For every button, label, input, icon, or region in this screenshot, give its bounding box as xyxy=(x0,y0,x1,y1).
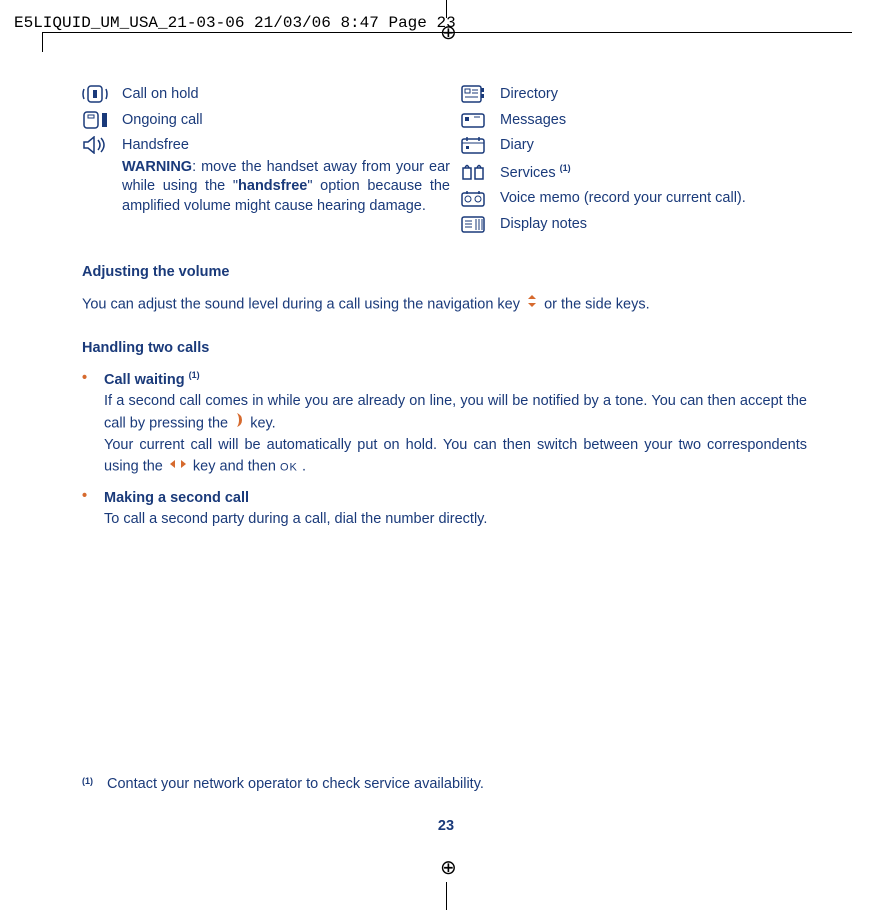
adjusting-volume-body: You can adjust the sound level during a … xyxy=(82,294,807,315)
messages-label: Messages xyxy=(500,111,805,131)
messages-icon xyxy=(460,111,500,129)
footnote: (1) Contact your network operator to che… xyxy=(82,776,802,792)
registration-mark-icon: ⊕ xyxy=(440,855,457,880)
nav-leftright-icon xyxy=(169,456,187,477)
ok-key-icon: OK xyxy=(280,462,298,474)
prepress-header: E5LIQUID_UM_USA_21-03-06 21/03/06 8:47 P… xyxy=(14,14,456,32)
registration-mark-icon: ⊕ xyxy=(440,20,457,45)
ongoing-call-icon xyxy=(82,111,122,129)
bullet-icon: • xyxy=(82,370,104,478)
call-waiting-item: Call waiting (1) If a second call comes … xyxy=(104,370,807,478)
nav-updown-icon xyxy=(526,294,538,315)
services-icon xyxy=(460,162,500,180)
call-on-hold-label: Call on hold xyxy=(122,85,450,105)
call-on-hold-icon xyxy=(82,85,122,103)
directory-icon xyxy=(460,85,500,103)
display-notes-icon xyxy=(460,215,500,233)
handsfree-label: Handsfree xyxy=(122,137,189,153)
adjusting-volume-heading: Adjusting the volume xyxy=(82,264,807,280)
crop-line xyxy=(42,32,44,52)
page-number: 23 xyxy=(0,818,892,834)
handsfree-icon xyxy=(82,136,122,154)
directory-label: Directory xyxy=(500,85,805,105)
handling-two-calls-heading: Handling two calls xyxy=(82,340,807,356)
handsfree-warning: WARNING: move the handset away from your… xyxy=(122,158,450,217)
display-notes-label: Display notes xyxy=(500,215,805,235)
voice-memo-icon xyxy=(460,189,500,207)
making-second-call-item: Making a second call To call a second pa… xyxy=(104,488,807,530)
bullet-icon: • xyxy=(82,488,104,530)
diary-label: Diary xyxy=(500,136,805,156)
diary-icon xyxy=(460,136,500,154)
call-key-icon xyxy=(234,412,244,435)
page-content: Call on hold Ongoing call Handsfree WARN… xyxy=(82,85,807,534)
services-label: Services (1) xyxy=(500,162,805,183)
voice-memo-label: Voice memo (record your current call). xyxy=(500,189,805,209)
ongoing-call-label: Ongoing call xyxy=(122,111,450,131)
